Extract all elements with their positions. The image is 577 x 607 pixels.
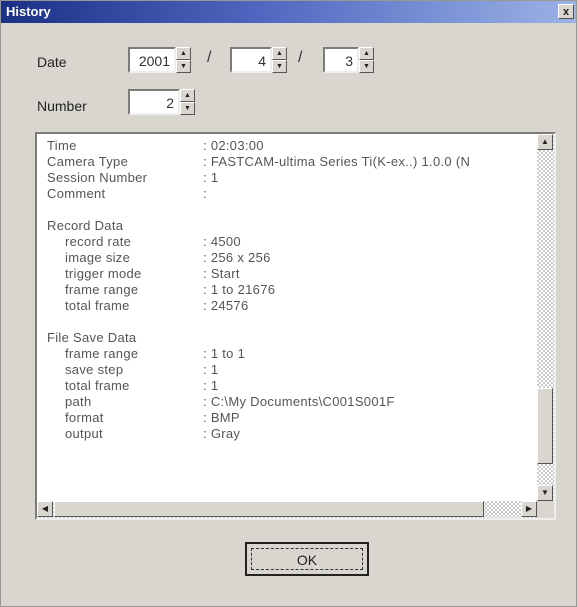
date-separator: / xyxy=(298,49,303,66)
detail-value: : 24576 xyxy=(203,298,249,313)
list-item: Time : 02:03:00 xyxy=(37,138,537,154)
detail-key: frame range xyxy=(65,282,139,297)
list-item: total frame : 24576 xyxy=(37,298,537,314)
scroll-right-icon[interactable]: ▶ xyxy=(521,501,537,517)
number-label: Number xyxy=(37,98,87,114)
list-item: trigger mode : Start xyxy=(37,266,537,282)
month-down-icon[interactable]: ▼ xyxy=(272,60,287,73)
file-save-data-heading: File Save Data xyxy=(47,330,137,345)
date-separator: / xyxy=(207,49,212,66)
detail-key: output xyxy=(65,426,103,441)
detail-key: Time xyxy=(47,138,77,153)
detail-key: Camera Type xyxy=(47,154,129,169)
horizontal-scroll-thumb[interactable] xyxy=(54,501,484,517)
number-field[interactable]: 2 xyxy=(128,89,180,115)
history-dialog: History x Date 2001 ▲ ▼ / 4 ▲ ▼ / 3 ▲ ▼ … xyxy=(0,0,577,607)
detail-key: frame range xyxy=(65,346,139,361)
details-content: Time : 02:03:00 Camera Type : FASTCAM-ul… xyxy=(37,134,537,501)
day-field[interactable]: 3 xyxy=(323,47,359,73)
title-bar: History x xyxy=(1,1,576,23)
horizontal-scrollbar[interactable]: ◀ ▶ xyxy=(37,501,537,518)
scroll-up-icon[interactable]: ▲ xyxy=(537,134,553,150)
detail-key: path xyxy=(65,394,92,409)
detail-key: Comment xyxy=(47,186,106,201)
detail-value: : 1 xyxy=(203,170,219,185)
list-item: record rate : 4500 xyxy=(37,234,537,250)
detail-value: : FASTCAM-ultima Series Ti(K-ex..) 1.0.0… xyxy=(203,154,471,169)
year-up-icon[interactable]: ▲ xyxy=(176,47,191,60)
detail-key: total frame xyxy=(65,378,130,393)
year-down-icon[interactable]: ▼ xyxy=(176,60,191,73)
detail-value: : BMP xyxy=(203,410,240,425)
year-field[interactable]: 2001 xyxy=(128,47,176,73)
detail-key: image size xyxy=(65,250,131,265)
detail-value: : 1 to 21676 xyxy=(203,282,276,297)
day-down-icon[interactable]: ▼ xyxy=(359,60,374,73)
detail-key: save step xyxy=(65,362,124,377)
list-item: frame range : 1 to 21676 xyxy=(37,282,537,298)
history-details-list[interactable]: Time : 02:03:00 Camera Type : FASTCAM-ul… xyxy=(35,132,556,520)
ok-button[interactable]: OK xyxy=(245,542,369,576)
detail-value: : 1 xyxy=(203,362,219,377)
list-item: Session Number : 1 xyxy=(37,170,537,186)
ok-button-label: OK xyxy=(296,552,318,568)
detail-value: : xyxy=(203,186,207,201)
section-heading: File Save Data xyxy=(37,330,537,346)
window-title: History xyxy=(6,4,51,19)
detail-value: : 1 to 1 xyxy=(203,346,246,361)
list-item: total frame : 1 xyxy=(37,378,537,394)
detail-value: : 4500 xyxy=(203,234,241,249)
scroll-left-icon[interactable]: ◀ xyxy=(37,501,53,517)
list-item: output : Gray xyxy=(37,426,537,442)
month-up-icon[interactable]: ▲ xyxy=(272,47,287,60)
list-item: Comment : xyxy=(37,186,537,202)
list-item: frame range : 1 to 1 xyxy=(37,346,537,362)
detail-key: total frame xyxy=(65,298,130,313)
detail-key: format xyxy=(65,410,104,425)
detail-value: : 256 x 256 xyxy=(203,250,271,265)
detail-value: : 1 xyxy=(203,378,219,393)
detail-value: : 02:03:00 xyxy=(203,138,264,153)
detail-key: trigger mode xyxy=(65,266,142,281)
list-item: image size : 256 x 256 xyxy=(37,250,537,266)
detail-key: Session Number xyxy=(47,170,148,185)
vertical-scrollbar[interactable]: ▲ ▼ xyxy=(537,134,554,501)
scroll-down-icon[interactable]: ▼ xyxy=(537,485,553,501)
vertical-scroll-thumb[interactable] xyxy=(537,388,553,464)
list-item: path : C:\My Documents\C001S001F xyxy=(37,394,537,410)
date-label: Date xyxy=(37,54,67,70)
number-down-icon[interactable]: ▼ xyxy=(180,102,195,115)
close-icon[interactable]: x xyxy=(558,4,574,19)
detail-key: record rate xyxy=(65,234,132,249)
number-up-icon[interactable]: ▲ xyxy=(180,89,195,102)
scroll-corner xyxy=(537,501,554,518)
list-item: save step : 1 xyxy=(37,362,537,378)
section-heading: Record Data xyxy=(37,218,537,234)
detail-value: : Gray xyxy=(203,426,241,441)
record-data-heading: Record Data xyxy=(47,218,124,233)
list-item: format : BMP xyxy=(37,410,537,426)
list-item: Camera Type : FASTCAM-ultima Series Ti(K… xyxy=(37,154,537,170)
detail-value: : Start xyxy=(203,266,240,281)
month-field[interactable]: 4 xyxy=(230,47,272,73)
day-up-icon[interactable]: ▲ xyxy=(359,47,374,60)
detail-value: : C:\My Documents\C001S001F xyxy=(203,394,395,409)
